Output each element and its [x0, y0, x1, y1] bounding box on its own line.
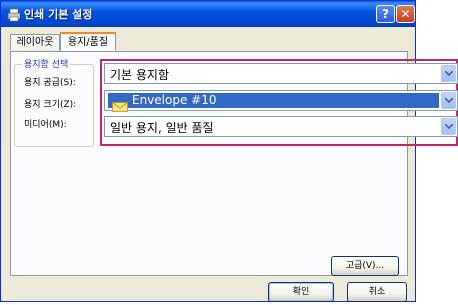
title-bar[interactable]: 인쇄 기본 설정 ? ✕ [1, 1, 415, 27]
paper-source-value: 기본 용지함 [110, 68, 170, 82]
cancel-button[interactable]: 취소 [347, 282, 407, 302]
paper-size-value: Envelope #10 [132, 93, 217, 107]
close-button[interactable]: ✕ [396, 5, 415, 23]
paper-size-label: 용지 크기(Z): [24, 100, 77, 110]
media-value: 일반 용지, 일반 품질 [110, 121, 214, 135]
media-dropdown[interactable]: 일반 용지, 일반 품질 [104, 116, 458, 137]
tab-layout[interactable]: 레이아웃 [10, 34, 60, 50]
ok-button[interactable]: 확인 [268, 282, 334, 302]
chevron-down-icon[interactable] [441, 65, 456, 82]
chevron-down-icon[interactable] [441, 118, 456, 135]
paper-size-dropdown[interactable]: Envelope #10 [104, 90, 458, 112]
tab-paper-quality[interactable]: 용지/품질 [60, 32, 116, 52]
paper-source-label: 용지 공급(S): [24, 78, 76, 88]
envelope-icon [112, 97, 128, 116]
paper-source-dropdown[interactable]: 기본 용지함 [104, 63, 458, 84]
media-label: 미디어(M): [24, 120, 67, 130]
chevron-down-icon[interactable] [441, 92, 456, 109]
paper-size-selection: Envelope #10 [108, 93, 439, 112]
printer-icon [7, 7, 21, 22]
window-title: 인쇄 기본 설정 [24, 8, 93, 21]
help-button[interactable]: ? [376, 5, 395, 23]
advanced-button[interactable]: 고급(V)... [331, 256, 399, 276]
group-legend: 용지함 선택 [22, 57, 71, 70]
